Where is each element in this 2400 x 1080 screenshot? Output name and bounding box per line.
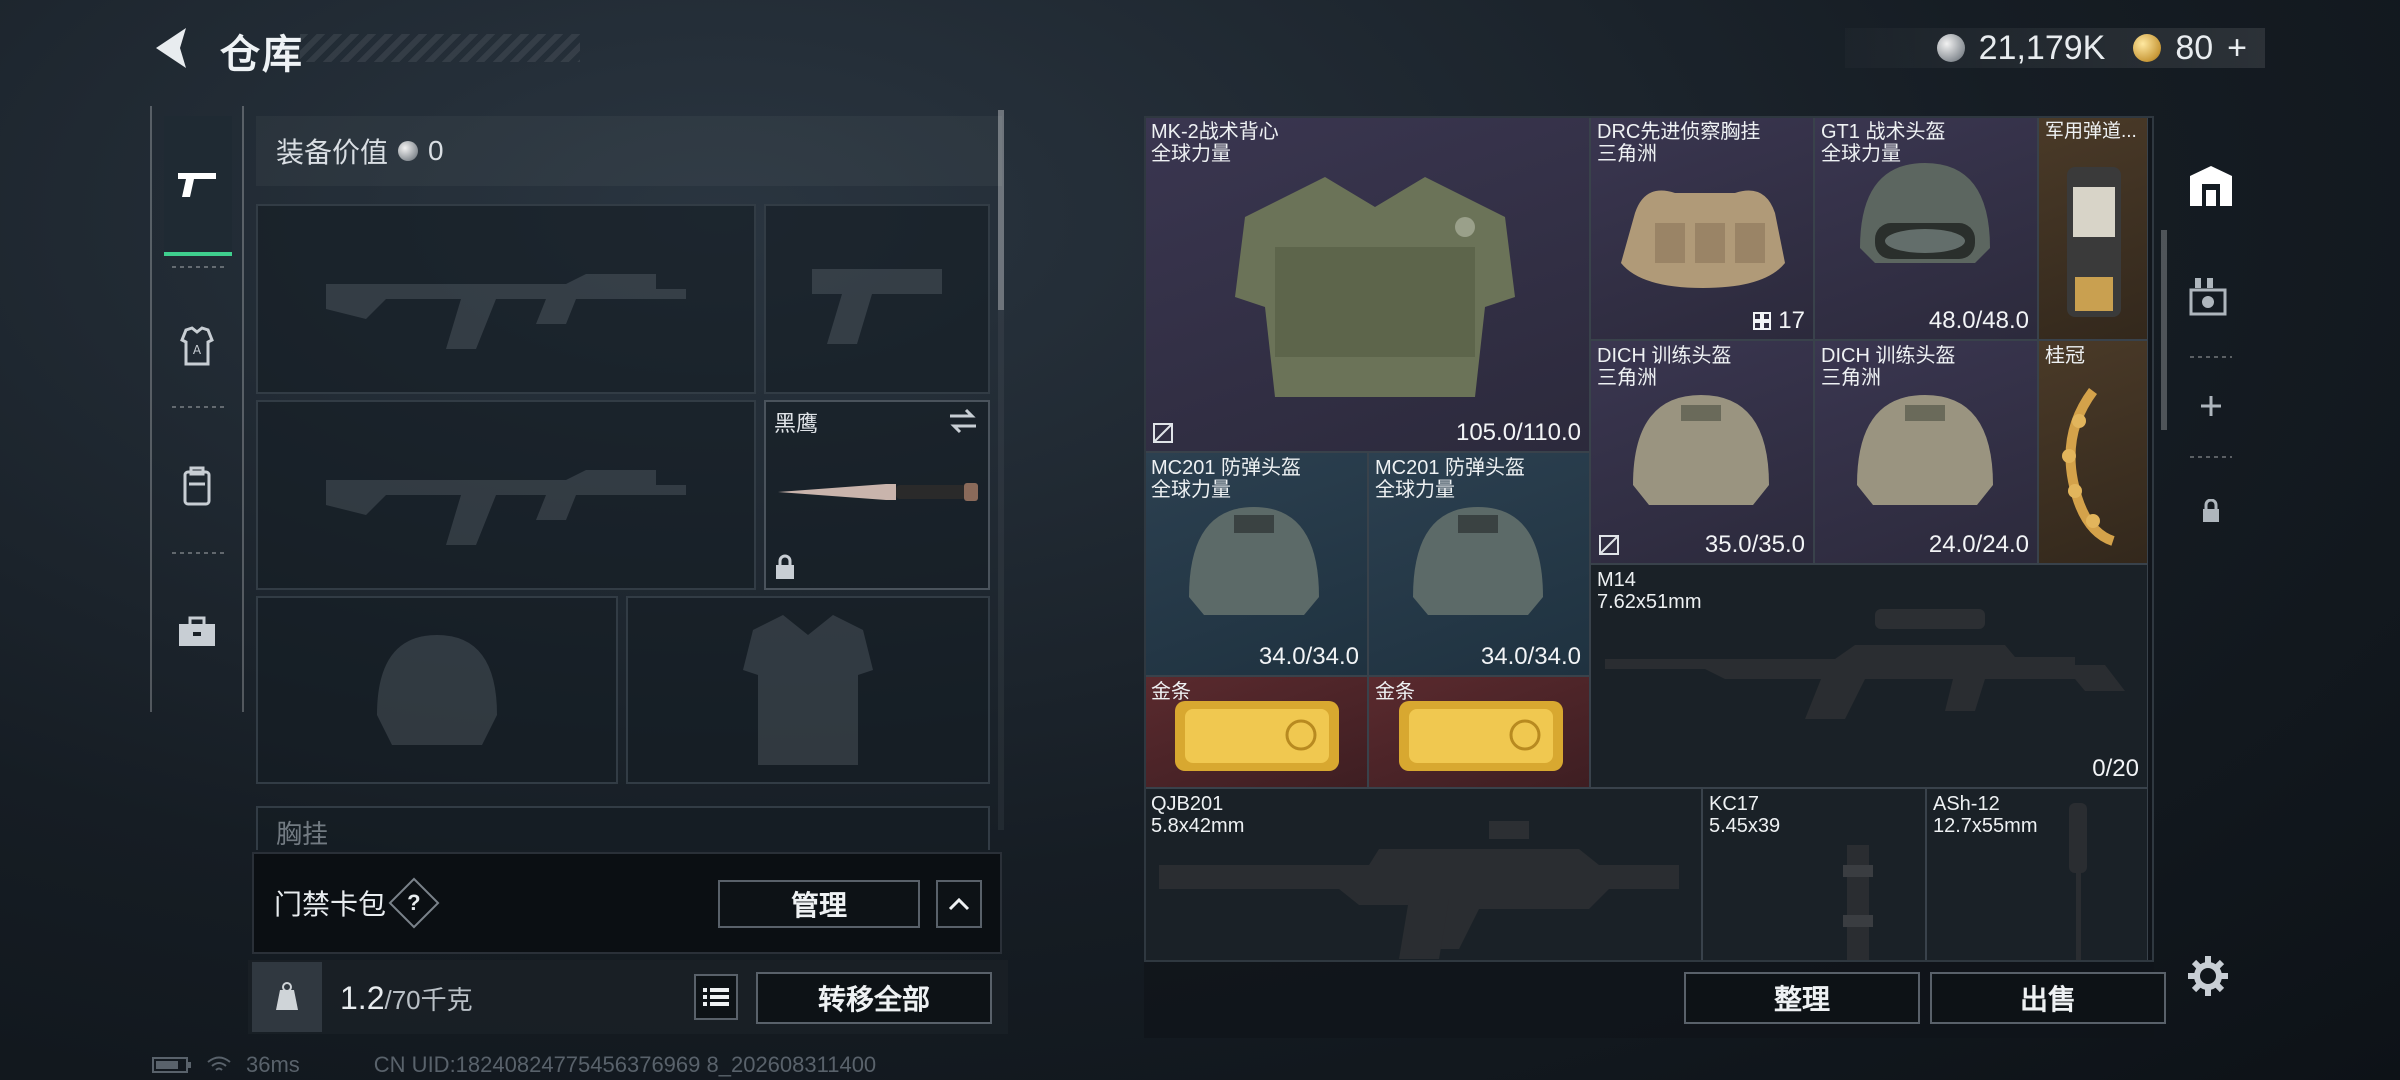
title-stripe <box>300 34 580 62</box>
secondary-weapon-slot[interactable] <box>256 400 756 590</box>
settings-button[interactable] <box>2186 954 2230 998</box>
sort-button[interactable]: 整理 <box>1684 972 1920 1024</box>
inventory-frame <box>1144 116 2154 962</box>
melee-name: 黑鹰 <box>774 411 819 436</box>
silver-coin-icon <box>398 141 419 161</box>
briefcase-icon <box>179 616 215 646</box>
vest-silhouette-icon <box>628 598 988 782</box>
weight-kg-icon <box>252 962 322 1032</box>
rail-separator <box>2190 356 2232 358</box>
back-arrow-icon <box>156 28 186 68</box>
helmet-silhouette-icon <box>258 598 616 782</box>
battery-icon <box>152 1057 191 1073</box>
armor-icon: A <box>180 326 214 366</box>
pistol-silhouette-icon <box>766 206 988 392</box>
category-rail: A <box>150 106 244 712</box>
silver-amount: 21,179K <box>1978 28 2106 67</box>
rail-case[interactable] <box>152 562 242 702</box>
weight-readout: 1.2/70千克 <box>340 980 473 1017</box>
gear-icon <box>2188 956 2228 996</box>
rail-weapons[interactable] <box>164 116 232 256</box>
ping-readout: 36ms <box>246 1052 300 1077</box>
storage-tab-camera[interactable] <box>2178 256 2244 336</box>
wifi-icon <box>207 1056 231 1071</box>
uid-readout: CN UID:18240824775456376969 8_2026083114… <box>373 1052 877 1077</box>
melee-slot[interactable]: 黑鹰 <box>764 400 990 590</box>
add-gold-button[interactable]: + <box>2227 29 2247 68</box>
storage-tab-main[interactable] <box>2178 146 2244 226</box>
currency-bar: 21,179K 80 + <box>1845 28 2265 68</box>
chest-rig-label: 胸挂 <box>276 819 329 849</box>
body-armor-slot[interactable] <box>626 596 990 784</box>
rail-separator <box>172 266 224 268</box>
rifle-silhouette-icon <box>258 206 754 392</box>
equipment-value: 0 <box>428 135 444 166</box>
primary-weapon-slot[interactable] <box>256 204 756 394</box>
chest-rig-slot[interactable]: 胸挂 <box>256 806 990 850</box>
locked-storage-tab[interactable] <box>2178 486 2244 536</box>
list-view-button[interactable] <box>694 974 738 1020</box>
help-icon[interactable]: ? <box>388 877 440 929</box>
rail-armor[interactable]: A <box>152 276 242 416</box>
silver-coin-icon <box>1936 34 1965 62</box>
equipment-value-row: 装备价值 0 <box>256 116 1002 186</box>
rail-backpack[interactable] <box>152 416 242 556</box>
svg-text:A: A <box>193 343 202 357</box>
helmet-slot[interactable] <box>256 596 618 784</box>
rail-separator <box>2190 456 2232 458</box>
weight-current: 1.2 <box>340 980 385 1016</box>
equipment-value-label: 装备价值 <box>276 137 389 168</box>
camera-crate-icon <box>2189 278 2227 316</box>
expand-button[interactable] <box>936 880 982 928</box>
manage-button[interactable]: 管理 <box>718 880 920 928</box>
pistol-slot[interactable] <box>764 204 990 394</box>
equipment-scroll-thumb[interactable] <box>998 110 1004 310</box>
chevron-up-icon <box>948 897 970 911</box>
backpack-icon <box>183 466 211 506</box>
warehouse-icon <box>2190 166 2232 206</box>
status-line: 36ms CN UID:18240824775456376969 8_20260… <box>152 1052 876 1078</box>
list-icon <box>703 988 729 1006</box>
knife-icon <box>778 483 978 501</box>
rail-separator <box>172 406 224 408</box>
gold-amount: 80 <box>2175 28 2214 67</box>
lock-icon <box>2203 499 2219 522</box>
rifle-silhouette-icon <box>258 402 754 588</box>
add-storage-button[interactable] <box>2178 376 2244 436</box>
storage-rail <box>2178 116 2244 656</box>
rail-separator <box>172 552 224 554</box>
pistol-icon <box>178 173 216 197</box>
plus-icon <box>2201 396 2221 416</box>
lock-icon <box>776 554 794 579</box>
back-button[interactable] <box>150 24 194 72</box>
card-pack-label: 门禁卡包 <box>274 889 387 920</box>
weight-max: /70千克 <box>384 985 473 1015</box>
transfer-all-button[interactable]: 转移全部 <box>756 972 992 1024</box>
swap-icon[interactable] <box>948 408 978 434</box>
page-title: 仓库 <box>220 33 304 77</box>
gold-coin-icon <box>2133 34 2162 62</box>
sell-button[interactable]: 出售 <box>1930 972 2166 1024</box>
inventory-scroll-thumb[interactable] <box>2161 230 2167 430</box>
